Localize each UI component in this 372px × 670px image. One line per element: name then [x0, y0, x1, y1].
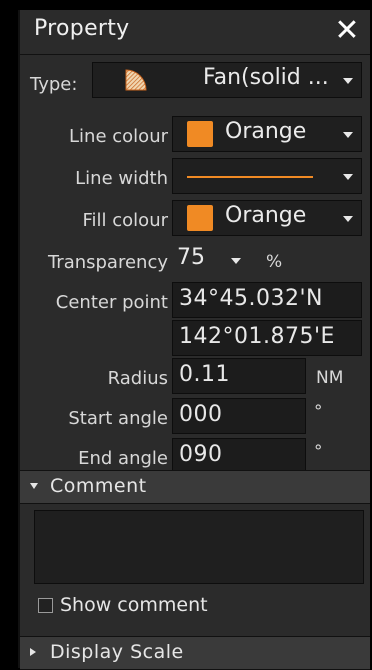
start-angle-field[interactable]: 000	[172, 398, 306, 434]
line-colour-dropdown[interactable]: Orange	[172, 116, 362, 152]
start-angle-unit: °	[314, 402, 323, 422]
radius-label: Radius	[107, 368, 168, 389]
line-colour-value: Orange	[225, 119, 307, 144]
display-scale-section-header[interactable]: Display Scale	[20, 636, 370, 670]
chevron-down-icon	[231, 258, 241, 264]
chevron-right-icon	[30, 648, 36, 656]
radius-value: 0.11	[179, 362, 230, 387]
type-label: Type:	[30, 74, 78, 95]
transparency-dropdown[interactable]: 75	[172, 242, 260, 278]
line-width-label: Line width	[75, 168, 168, 189]
transparency-label: Transparency	[47, 252, 168, 273]
center-latitude-value: 34°45.032'N	[179, 286, 323, 311]
end-angle-label: End angle	[78, 448, 168, 469]
fill-colour-value: Orange	[225, 203, 307, 228]
end-angle-field[interactable]: 090	[172, 438, 306, 474]
center-longitude-value: 142°01.875'E	[179, 324, 335, 349]
line-width-dropdown[interactable]	[172, 158, 362, 194]
checkbox-box	[38, 598, 53, 613]
chevron-down-icon	[343, 78, 353, 84]
line-width-sample	[187, 176, 313, 178]
end-angle-unit: °	[314, 442, 323, 462]
chevron-down-icon	[343, 216, 353, 222]
type-dropdown[interactable]: Fan(solid ...	[92, 62, 362, 98]
transparency-unit: %	[266, 252, 283, 272]
show-comment-checkbox[interactable]: Show comment	[38, 594, 268, 620]
center-latitude-field[interactable]: 34°45.032'N	[172, 282, 362, 318]
chevron-down-icon	[343, 174, 353, 180]
chevron-down-icon	[30, 483, 38, 489]
comment-section-header[interactable]: Comment	[20, 470, 370, 504]
center-longitude-field[interactable]: 142°01.875'E	[172, 320, 362, 356]
start-angle-label: Start angle	[68, 408, 168, 429]
panel-title: Property	[34, 16, 130, 41]
line-colour-label: Line colour	[69, 126, 168, 147]
center-point-label: Center point	[55, 292, 168, 313]
fill-colour-label: Fill colour	[82, 210, 169, 231]
transparency-value: 75	[177, 245, 205, 270]
close-icon: ✕	[334, 13, 360, 48]
start-angle-value: 000	[179, 402, 223, 427]
fill-colour-swatch	[187, 205, 213, 231]
fan-solid-icon	[123, 67, 149, 97]
fill-colour-dropdown[interactable]: Orange	[172, 200, 362, 236]
show-comment-label: Show comment	[60, 594, 208, 616]
line-colour-swatch	[187, 121, 213, 147]
radius-field[interactable]: 0.11	[172, 358, 306, 394]
end-angle-value: 090	[179, 442, 223, 467]
property-panel: Property ✕ Type: Fan(solid ... Line colo…	[18, 10, 370, 670]
type-value: Fan(solid ...	[203, 65, 329, 90]
comment-textarea[interactable]	[34, 510, 364, 584]
radius-unit: NM	[316, 368, 344, 388]
close-button[interactable]: ✕	[330, 14, 364, 48]
title-bar: Property ✕	[20, 10, 370, 55]
comment-section-label: Comment	[50, 475, 147, 497]
chevron-down-icon	[343, 132, 353, 138]
display-scale-section-label: Display Scale	[50, 641, 184, 663]
